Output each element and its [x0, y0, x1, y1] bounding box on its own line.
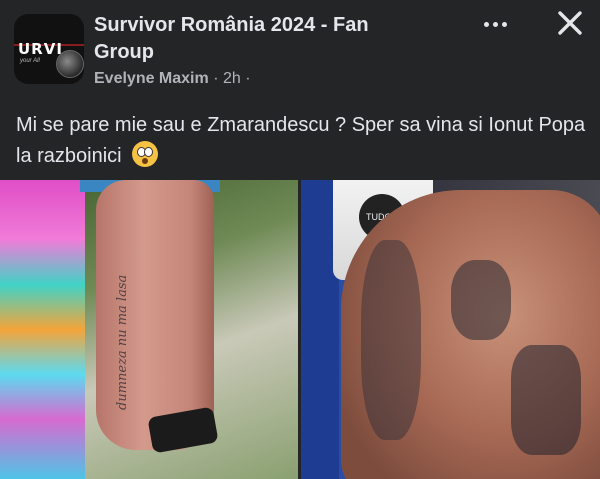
group-name-link[interactable]: Survivor România 2024 - Fan Group	[94, 12, 434, 66]
arm-tattoo	[361, 240, 421, 440]
flushed-face-icon	[131, 141, 158, 167]
avatar-logo-subtext: your All	[20, 58, 40, 64]
group-avatar[interactable]: URVI your All	[14, 14, 84, 84]
post-body: Mi se pare mie sau e Zmarandescu ? Sper …	[16, 110, 586, 172]
more-horizontal-icon-dot	[492, 21, 498, 27]
post-text: Mi se pare mie sau e Zmarandescu ? Sper …	[16, 114, 586, 167]
close-button[interactable]	[553, 6, 587, 40]
leg-tattoo-text: dumneza nu ma lasa	[115, 274, 130, 410]
meta-separator: ·	[213, 70, 219, 87]
avatar-badge-icon	[56, 50, 84, 78]
more-horizontal-icon	[483, 21, 489, 27]
more-options-button[interactable]	[478, 12, 512, 36]
post-meta: Evelyne Maxim · 2h ·	[94, 70, 251, 88]
post-header: URVI your All Survivor România 2024 - Fa…	[0, 0, 600, 100]
chest-tattoo	[451, 260, 511, 340]
post-photo-left[interactable]: dumneza nu ma lasa	[0, 180, 298, 479]
close-icon	[558, 11, 582, 35]
abdomen-tattoo	[511, 345, 581, 455]
post-timestamp[interactable]: 2h	[223, 70, 241, 87]
meta-separator-trailing: ·	[245, 70, 251, 87]
avatar-logo-text: URVI	[18, 40, 63, 58]
author-name-link[interactable]: Evelyne Maxim	[94, 70, 209, 87]
photo-colorful-cloth	[0, 180, 85, 479]
more-horizontal-icon-dot	[501, 21, 507, 27]
post-photo-right[interactable]: TUDOR	[301, 180, 600, 479]
